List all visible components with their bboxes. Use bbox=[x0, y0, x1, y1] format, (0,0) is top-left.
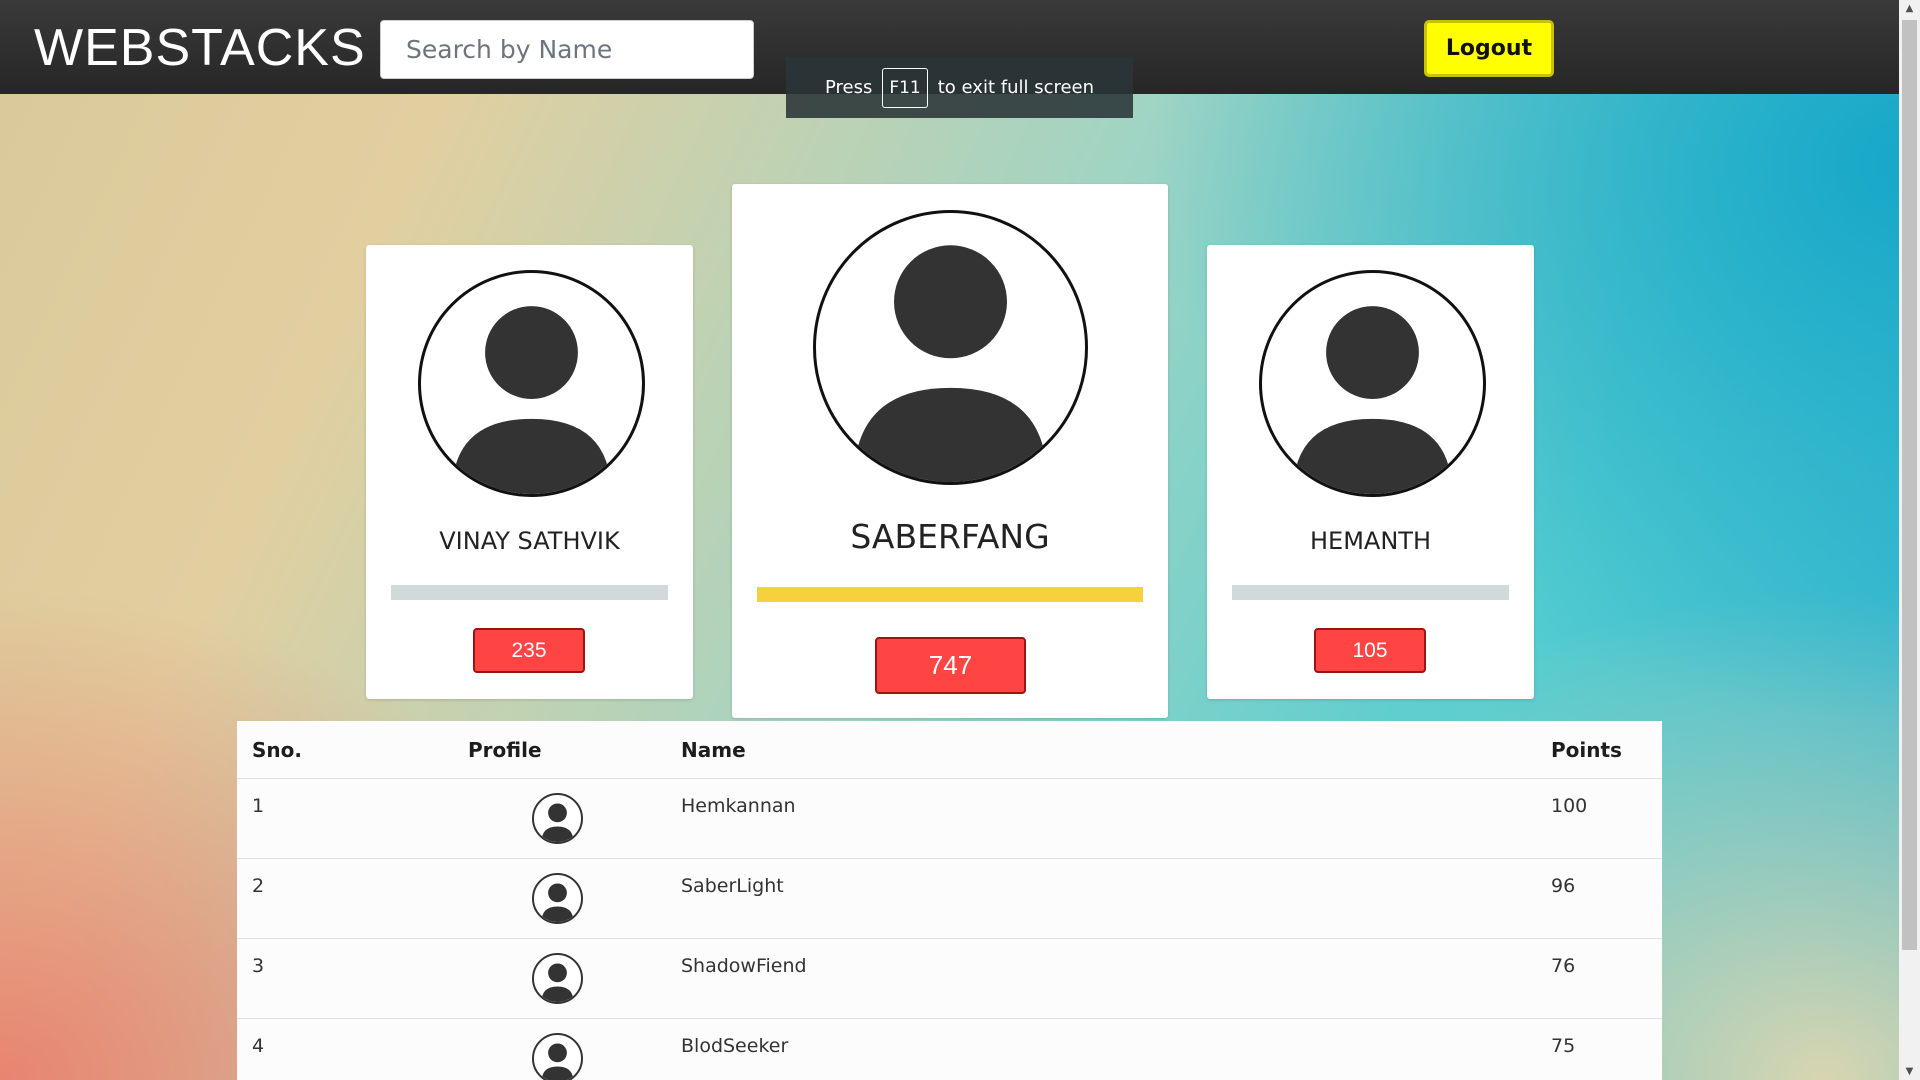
row-profile bbox=[453, 858, 666, 939]
header-profile: Profile bbox=[453, 721, 666, 779]
podium-name: SABERFANG bbox=[850, 517, 1050, 556]
user-avatar-icon bbox=[418, 270, 645, 497]
header-sno: Sno. bbox=[237, 721, 453, 779]
user-avatar-icon[interactable] bbox=[532, 793, 583, 844]
row-profile bbox=[453, 1018, 666, 1080]
page-scrollbar[interactable]: ▲ ▼ bbox=[1899, 0, 1920, 1080]
logout-button[interactable]: Logout bbox=[1424, 20, 1554, 77]
scrollbar-thumb[interactable] bbox=[1902, 20, 1917, 950]
table-row[interactable]: 1 Hemkannan 100 bbox=[237, 778, 1662, 859]
podium-points-badge: 105 bbox=[1314, 628, 1426, 673]
table-row[interactable]: 2 SaberLight 96 bbox=[237, 858, 1662, 939]
header-name: Name bbox=[666, 721, 1536, 779]
row-points: 76 bbox=[1536, 938, 1662, 1019]
row-name: SaberLight bbox=[666, 858, 1536, 939]
user-avatar-icon[interactable] bbox=[532, 953, 583, 1004]
fullscreen-notice-text: to exit full screen bbox=[937, 77, 1095, 98]
row-name: BlodSeeker bbox=[666, 1018, 1536, 1080]
row-points: 75 bbox=[1536, 1018, 1662, 1080]
chevron-up-icon[interactable]: ▲ bbox=[1899, 0, 1920, 17]
podium-card-second: VINAY SATHVIK 235 bbox=[366, 245, 693, 699]
fullscreen-notice-press: Press bbox=[824, 77, 873, 98]
fullscreen-exit-notice: Press F11 to exit full screen bbox=[786, 57, 1133, 118]
podium-name: VINAY SATHVIK bbox=[439, 527, 620, 555]
row-name: ShadowFiend bbox=[666, 938, 1536, 1019]
podium-card-third: HEMANTH 105 bbox=[1207, 245, 1534, 699]
brand-logo[interactable]: WEBSTACKS bbox=[34, 18, 366, 78]
leaderboard-table: Sno. Profile Name Points 1 Hemkannan 100… bbox=[237, 721, 1662, 1080]
podium-points-badge: 747 bbox=[875, 637, 1026, 694]
table-row[interactable]: 3 ShadowFiend 76 bbox=[237, 938, 1662, 1019]
chevron-down-icon[interactable]: ▼ bbox=[1899, 1063, 1920, 1080]
row-name: Hemkannan bbox=[666, 778, 1536, 859]
search-input[interactable] bbox=[380, 20, 754, 79]
row-sno: 4 bbox=[237, 1018, 453, 1080]
header-points: Points bbox=[1536, 721, 1662, 779]
podium-bar bbox=[757, 587, 1143, 602]
row-profile bbox=[453, 938, 666, 1019]
user-avatar-icon bbox=[1259, 270, 1486, 497]
podium-points-badge: 235 bbox=[473, 628, 585, 673]
user-avatar-icon[interactable] bbox=[532, 873, 583, 924]
podium-bar bbox=[1232, 585, 1509, 600]
podium-card-first: SABERFANG 747 bbox=[732, 184, 1168, 718]
table-row[interactable]: 4 BlodSeeker 75 bbox=[237, 1018, 1662, 1080]
row-points: 96 bbox=[1536, 858, 1662, 939]
table-header-row: Sno. Profile Name Points bbox=[237, 721, 1662, 779]
fullscreen-notice-key: F11 bbox=[882, 67, 928, 108]
user-avatar-icon bbox=[813, 210, 1088, 485]
row-points: 100 bbox=[1536, 778, 1662, 859]
row-sno: 2 bbox=[237, 858, 453, 939]
row-sno: 3 bbox=[237, 938, 453, 1019]
row-profile bbox=[453, 778, 666, 859]
podium-name: HEMANTH bbox=[1310, 527, 1431, 555]
podium-bar bbox=[391, 585, 668, 600]
user-avatar-icon[interactable] bbox=[532, 1033, 583, 1080]
row-sno: 1 bbox=[237, 778, 453, 859]
